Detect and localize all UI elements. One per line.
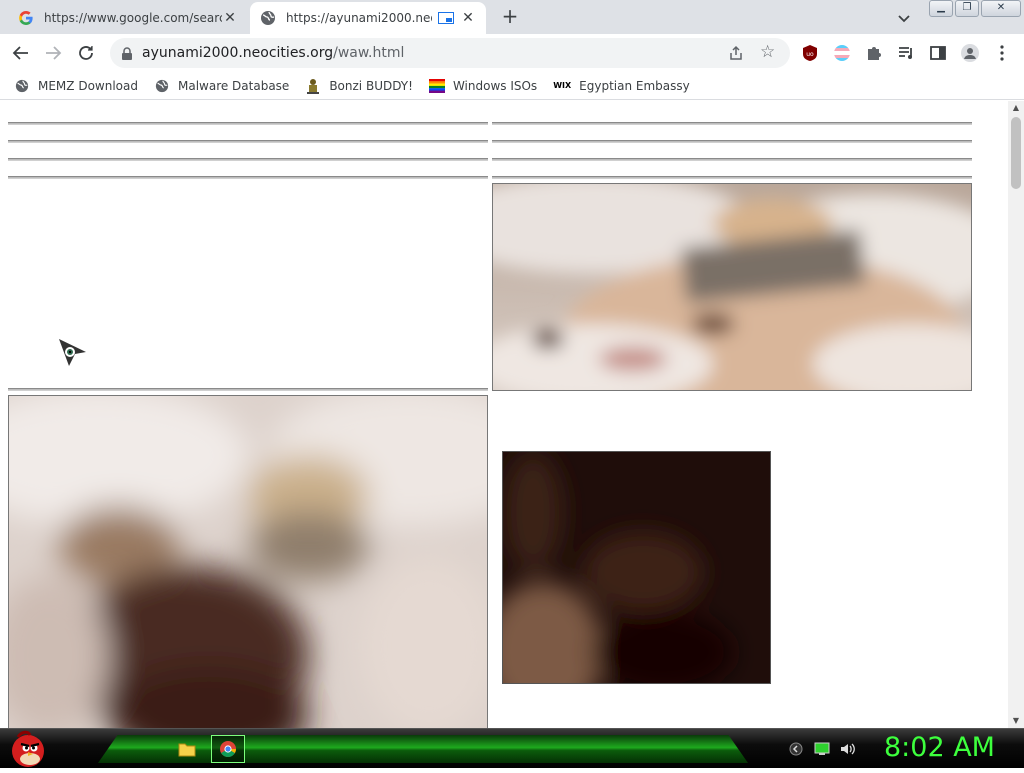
scrollbar-thumb[interactable] (1011, 117, 1021, 189)
horizontal-rule (492, 140, 972, 143)
url-host: ayunami2000.neocities.org (142, 45, 334, 61)
dark-hamster-image (502, 451, 771, 684)
share-icon[interactable] (728, 45, 744, 61)
globe-icon (260, 10, 276, 26)
reload-icon[interactable] (73, 40, 99, 66)
back-icon[interactable] (8, 40, 34, 66)
taskbar-clock[interactable]: 8:02 AM (884, 732, 995, 763)
tab-title: https://www.google.com/search? (44, 11, 222, 25)
minimize-button[interactable]: ▁ (929, 0, 953, 17)
bookmarks-bar: MEMZ Download Malware Database Bonzi BUD… (0, 72, 1024, 100)
new-tab-button[interactable]: + (498, 5, 522, 29)
close-window-button[interactable]: ✕ (981, 0, 1021, 17)
horizontal-rule (8, 388, 488, 391)
hamster-blurry-image (8, 395, 488, 728)
volume-icon[interactable] (838, 741, 858, 757)
windows-logo-icon (428, 78, 445, 94)
horizontal-rule (8, 140, 488, 143)
horizontal-rule (492, 122, 972, 125)
bookmark-memz-download[interactable]: MEMZ Download (14, 78, 138, 94)
bookmark-label: Malware Database (177, 78, 290, 93)
folder-icon[interactable] (170, 735, 204, 763)
page-viewport (0, 101, 1008, 728)
window-controls: ▁ ❐ ✕ (927, 0, 1021, 18)
bonzi-icon (305, 78, 321, 94)
puzzle-extensions-icon[interactable] (864, 43, 884, 63)
horizontal-rule (8, 176, 488, 179)
page-scrollbar[interactable]: ▲ ▼ (1008, 101, 1024, 728)
svg-text:uo: uo (806, 51, 814, 58)
tab-google-search[interactable]: https://www.google.com/search? ✕ (8, 2, 248, 34)
taskbar: 8:02 AM (0, 728, 1024, 768)
tray-arrow-icon[interactable] (786, 741, 806, 757)
network-icon[interactable] (812, 741, 832, 757)
browser-toolbar: ayunami2000.neocities.org/waw.html ☆ uo (0, 34, 1024, 72)
bookmark-label: Egyptian Embassy (579, 78, 690, 93)
hamster-closeup-image (492, 183, 972, 391)
scroll-up-arrow-icon[interactable]: ▲ (1008, 101, 1024, 115)
tab-strip: https://www.google.com/search? ✕ https:/… (0, 0, 1024, 34)
pride-flag-extension-icon[interactable] (832, 43, 852, 63)
picture-in-picture-icon[interactable] (438, 12, 454, 24)
ublock-origin-icon[interactable]: uo (800, 43, 820, 63)
horizontal-rule (492, 176, 972, 179)
forward-icon[interactable] (40, 40, 66, 66)
tab-close-button[interactable]: ✕ (222, 10, 238, 26)
side-panel-icon[interactable] (928, 43, 948, 63)
wix-icon: WIX (553, 81, 572, 90)
maximize-button[interactable]: ❐ (955, 0, 979, 17)
tab-waw-page[interactable]: https://ayunami2000.neocities ✕ (250, 2, 486, 34)
globe-icon (154, 78, 170, 94)
scroll-down-arrow-icon[interactable]: ▼ (1008, 714, 1024, 728)
globe-icon (14, 78, 30, 94)
bookmark-star-icon[interactable]: ☆ (760, 42, 775, 62)
reading-list-icon[interactable] (896, 43, 916, 63)
address-bar[interactable]: ayunami2000.neocities.org/waw.html ☆ (110, 38, 790, 68)
url-text: ayunami2000.neocities.org/waw.html (142, 45, 404, 61)
horizontal-rule (8, 122, 488, 125)
bookmark-windows-isos[interactable]: Windows ISOs (428, 78, 538, 94)
mouse-cursor-icon (58, 338, 88, 368)
kebab-menu-icon[interactable] (992, 43, 1012, 63)
profile-avatar-icon[interactable] (960, 43, 980, 63)
google-icon (18, 10, 34, 26)
horizontal-rule (492, 158, 972, 161)
bookmark-bonzi-buddy[interactable]: Bonzi BUDDY! (305, 78, 413, 94)
url-path: /waw.html (333, 45, 405, 61)
bookmark-egyptian-embassy[interactable]: WIX Egyptian Embassy (553, 78, 690, 94)
bookmark-label: MEMZ Download (38, 78, 138, 93)
bookmark-label: Bonzi BUDDY! (329, 78, 413, 93)
system-tray (786, 739, 864, 759)
bookmark-malware-database[interactable]: Malware Database (154, 78, 289, 94)
lock-icon[interactable] (120, 46, 134, 60)
angry-bird-start-icon[interactable] (6, 727, 48, 769)
tab-search-icon[interactable] (894, 8, 914, 28)
horizontal-rule (8, 158, 488, 161)
chrome-icon[interactable] (211, 735, 245, 763)
tab-close-button[interactable]: ✕ (460, 10, 476, 26)
bookmark-label: Windows ISOs (452, 78, 538, 93)
tab-title: https://ayunami2000.neocities (286, 11, 432, 25)
